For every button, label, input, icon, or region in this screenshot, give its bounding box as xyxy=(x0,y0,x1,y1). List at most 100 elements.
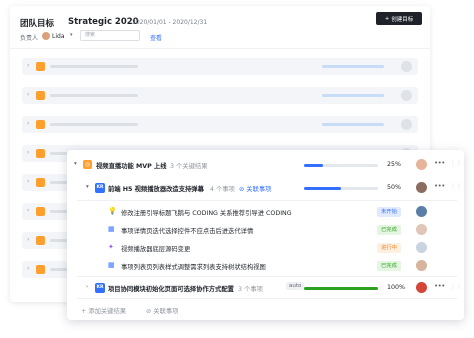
task-title[interactable]: 视频播放器底层源码变更 xyxy=(121,244,190,253)
avatar[interactable] xyxy=(416,206,427,217)
divider xyxy=(77,200,457,201)
progress-fill xyxy=(304,287,378,290)
avatar[interactable] xyxy=(416,182,427,193)
owner-filter-label: 负责人 xyxy=(20,35,39,42)
progress-placeholder xyxy=(322,123,384,126)
objective-icon: ◎ xyxy=(83,160,92,169)
objective-title[interactable]: 视频直播功能 MVP 上线 xyxy=(96,161,167,170)
chevron-right-icon[interactable]: › xyxy=(27,149,29,156)
task-row[interactable]: ✦ 视频播放器底层源码变更 进行中 xyxy=(67,238,464,258)
divider xyxy=(77,276,457,277)
chevron-down-icon[interactable]: ▾ xyxy=(74,161,77,167)
link-tasks-button[interactable]: ⊘ 关联事项 xyxy=(239,184,271,193)
more-icon[interactable]: ••• xyxy=(434,282,445,290)
objective-icon xyxy=(36,91,45,100)
objective-progress-bar xyxy=(304,164,378,167)
status-badge[interactable]: 未开始 xyxy=(377,207,401,217)
key-result-progress-bar xyxy=(304,287,378,290)
objective-icon xyxy=(36,265,45,274)
link-tasks-footer-button[interactable]: ⊘ 关联事项 xyxy=(146,306,178,315)
header-divider xyxy=(10,48,430,49)
chevron-right-icon[interactable]: › xyxy=(27,207,29,214)
task-row[interactable]: 💡 修改注册引导标题飞鹅与 CODING 关系推荐引导进 CODING 未开始 xyxy=(67,202,464,222)
search-input[interactable]: 搜索 xyxy=(80,30,140,41)
avatar[interactable] xyxy=(416,159,427,170)
status-badge[interactable]: 已完成 xyxy=(377,261,401,271)
task-row[interactable]: ▦ 事项详情页迭代选择控件不应点击后进迭代详情 已完成 xyxy=(67,220,464,240)
objective-row-placeholder[interactable]: › xyxy=(22,116,418,133)
progress-fill xyxy=(304,164,323,167)
task-row[interactable]: ▦ 事项列表页列表样式调整需求列表支持树状结构视图 已完成 xyxy=(67,256,464,276)
auto-progress-badge[interactable]: auto xyxy=(286,282,305,290)
text-placeholder xyxy=(50,94,138,97)
chevron-right-icon[interactable]: › xyxy=(27,62,29,69)
kr-count: 3 个关键结果 xyxy=(170,163,208,170)
drag-handle-icon[interactable]: ⋮⋮ xyxy=(450,183,462,190)
avatar[interactable] xyxy=(416,224,427,235)
plus-icon: + xyxy=(384,15,390,22)
objective-progress-label: 25% xyxy=(387,161,401,168)
text-placeholder xyxy=(50,65,138,68)
objective-icon xyxy=(36,62,45,71)
objective-icon xyxy=(36,149,45,158)
create-objective-button[interactable]: + 创建目标 xyxy=(376,12,422,25)
status-badge[interactable]: 已完成 xyxy=(377,225,401,235)
chevron-right-icon[interactable]: › xyxy=(27,236,29,243)
objective-icon xyxy=(36,236,45,245)
progress-placeholder xyxy=(322,94,384,97)
objective-icon xyxy=(36,178,45,187)
plan-date-range: 2020/01/01 - 2020/12/31 xyxy=(132,19,208,26)
owner-filter-value[interactable]: Lida xyxy=(52,33,65,40)
more-icon[interactable]: ••• xyxy=(434,159,445,167)
objective-detail-card: ▾ ◎ 视频直播功能 MVP 上线 3 个关键结果 25% ••• ⋮⋮ ▾ K… xyxy=(67,150,464,320)
plan-selector[interactable]: Strategic 2020 xyxy=(68,17,139,27)
key-result-progress-label: 50% xyxy=(387,184,401,191)
objective-row-placeholder[interactable]: › xyxy=(22,87,418,104)
status-badge[interactable]: 进行中 xyxy=(377,243,401,253)
more-icon[interactable]: ••• xyxy=(434,182,445,190)
progress-placeholder xyxy=(322,65,384,68)
key-result-row[interactable]: ▾ KR 前端 H5 视频播放器改造支持弹幕 4 个事项 ⊘ 关联事项 50% … xyxy=(67,178,464,198)
avatar-placeholder xyxy=(401,119,412,130)
key-result-icon: KR xyxy=(95,283,105,293)
key-result-icon: KR xyxy=(95,183,105,193)
task-title[interactable]: 修改注册引导标题飞鹅与 CODING 关系推荐引导进 CODING xyxy=(121,208,292,217)
chevron-right-icon[interactable]: › xyxy=(27,265,29,272)
screen: 团队目标 Strategic 2020 2020/01/01 - 2020/12… xyxy=(0,0,474,338)
avatar-placeholder xyxy=(401,90,412,101)
objective-row[interactable]: ▾ ◎ 视频直播功能 MVP 上线 3 个关键结果 25% ••• ⋮⋮ xyxy=(67,155,464,175)
drag-handle-icon[interactable]: ⋮⋮ xyxy=(450,283,462,290)
grid-icon: ▦ xyxy=(108,261,115,269)
task-count: 4 个事项 xyxy=(210,186,235,193)
chevron-right-icon[interactable]: › xyxy=(27,178,29,185)
key-result-progress-label: 100% xyxy=(387,284,406,291)
task-title[interactable]: 事项列表页列表样式调整需求列表支持树状结构视图 xyxy=(121,262,266,271)
avatar-placeholder xyxy=(401,61,412,72)
chevron-right-icon[interactable]: › xyxy=(27,120,29,127)
chevron-down-icon[interactable]: ▾ xyxy=(70,32,73,38)
objective-row-placeholder[interactable]: › xyxy=(22,58,418,75)
page-title: 团队目标 xyxy=(20,19,55,29)
avatar[interactable] xyxy=(416,242,427,253)
text-placeholder xyxy=(50,123,138,126)
owner-avatar xyxy=(42,32,50,40)
key-result-title[interactable]: 项目协同模块初始化页面可选择协作方式配置 xyxy=(108,284,234,293)
lightbulb-icon: 💡 xyxy=(108,207,117,215)
task-title[interactable]: 事项详情页迭代选择控件不应点击后进迭代详情 xyxy=(121,226,253,235)
create-objective-label: 创建目标 xyxy=(391,16,414,23)
progress-fill xyxy=(304,187,341,190)
objective-icon xyxy=(36,120,45,129)
key-result-title[interactable]: 前端 H5 视频播放器改造支持弹幕 xyxy=(108,184,204,193)
add-key-result-button[interactable]: + 添加关键结果 xyxy=(81,306,126,315)
chevron-right-icon[interactable]: › xyxy=(27,91,29,98)
chevron-down-icon[interactable]: ▾ xyxy=(86,184,89,190)
chevron-right-icon[interactable]: › xyxy=(86,284,88,290)
view-link[interactable]: 查看 xyxy=(150,33,162,42)
divider xyxy=(77,298,457,299)
drag-handle-icon[interactable]: ⋮⋮ xyxy=(450,160,462,167)
key-result-row[interactable]: › KR 项目协同模块初始化页面可选择协作方式配置 3 个事项 auto 100… xyxy=(67,278,464,298)
avatar[interactable] xyxy=(416,260,427,271)
card-footer: + 添加关键结果 ⊘ 关联事项 xyxy=(67,300,464,320)
objective-icon xyxy=(36,207,45,216)
avatar[interactable] xyxy=(416,282,427,293)
